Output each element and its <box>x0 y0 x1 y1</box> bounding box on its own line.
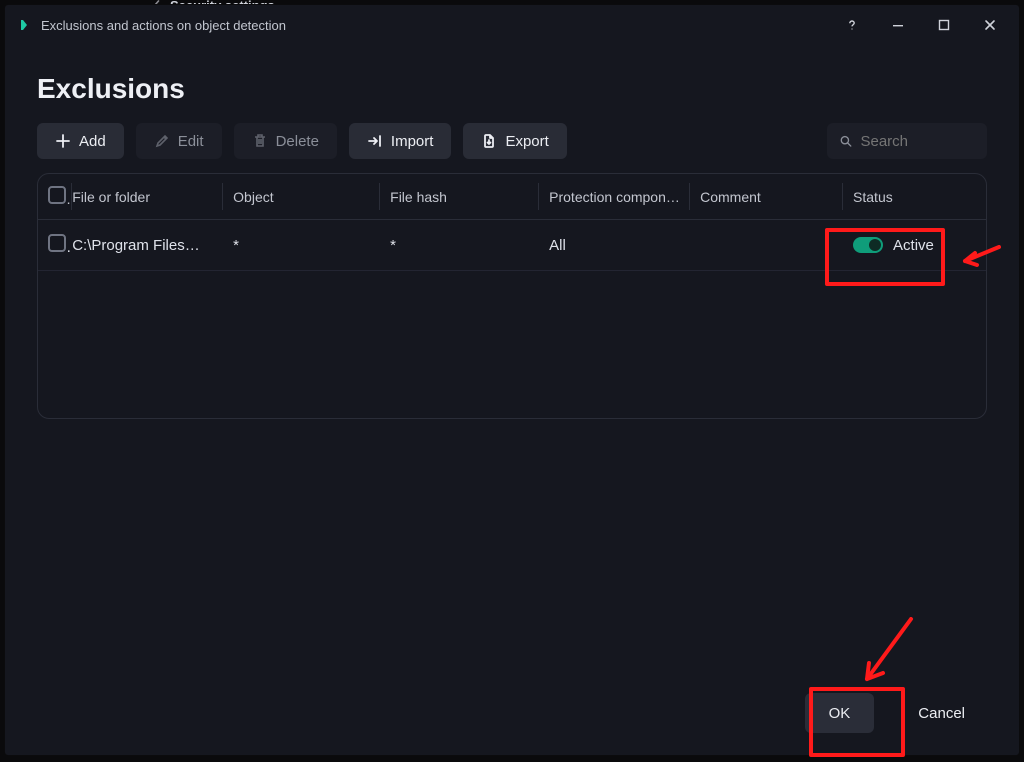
table-row[interactable]: C:\Program Files… * * All Active <box>38 220 986 271</box>
row-checkbox-cell[interactable] <box>38 220 72 271</box>
minimize-button[interactable] <box>875 5 921 45</box>
delete-button[interactable]: Delete <box>234 123 337 159</box>
cell-file: C:\Program Files… <box>72 220 223 271</box>
status-toggle[interactable] <box>853 237 883 253</box>
search-box[interactable] <box>827 123 987 159</box>
add-button-label: Add <box>79 133 106 150</box>
app-logo-icon <box>17 17 33 33</box>
header-file[interactable]: File or folder <box>72 174 223 220</box>
cancel-button[interactable]: Cancel <box>894 693 989 733</box>
maximize-button[interactable] <box>921 5 967 45</box>
cell-protection: All <box>539 220 690 271</box>
export-button-label: Export <box>505 133 548 150</box>
edit-button[interactable]: Edit <box>136 123 222 159</box>
help-button[interactable] <box>829 5 875 45</box>
import-button-label: Import <box>391 133 434 150</box>
ok-button[interactable]: OK <box>805 693 875 733</box>
header-comment[interactable]: Comment <box>690 174 843 220</box>
export-button[interactable]: Export <box>463 123 566 159</box>
cell-status: Active <box>843 220 986 271</box>
cell-object: * <box>223 220 380 271</box>
window-title: Exclusions and actions on object detecti… <box>41 18 286 33</box>
edit-button-label: Edit <box>178 133 204 150</box>
checkbox-icon <box>48 186 66 204</box>
titlebar: Exclusions and actions on object detecti… <box>5 5 1019 45</box>
search-input[interactable] <box>860 133 975 150</box>
toolbar: Add Edit Delete Import Export <box>37 123 987 159</box>
dialog-footer: OK Cancel <box>805 693 989 733</box>
cell-hash: * <box>380 220 539 271</box>
delete-button-label: Delete <box>276 133 319 150</box>
page-title: Exclusions <box>37 73 987 105</box>
header-protection[interactable]: Protection compone… <box>539 174 690 220</box>
checkbox-icon <box>48 234 66 252</box>
close-button[interactable] <box>967 5 1013 45</box>
header-select-all[interactable] <box>38 174 72 220</box>
header-hash[interactable]: File hash <box>380 174 539 220</box>
exclusions-table: File or folder Object File hash Protecti… <box>37 173 987 419</box>
dialog-window: Exclusions and actions on object detecti… <box>4 4 1020 756</box>
header-status[interactable]: Status <box>843 174 986 220</box>
add-button[interactable]: Add <box>37 123 124 159</box>
header-object[interactable]: Object <box>223 174 380 220</box>
import-button[interactable]: Import <box>349 123 452 159</box>
search-icon <box>839 133 852 149</box>
status-label: Active <box>893 237 934 254</box>
cell-comment <box>690 220 843 271</box>
